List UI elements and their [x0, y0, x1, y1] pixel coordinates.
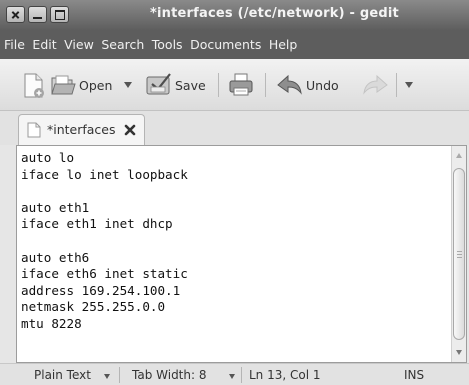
open-button[interactable]: [51, 73, 77, 101]
editor-line: iface eth1 inet dhcp: [21, 216, 173, 232]
menu-file[interactable]: File: [4, 37, 25, 52]
language-dropdown-icon[interactable]: [104, 374, 110, 379]
status-divider: [241, 367, 242, 383]
status-bar: Plain Text Tab Width: 8 Ln 13, Col 1 INS: [0, 363, 469, 385]
editor-line: auto eth1: [21, 199, 90, 215]
scroll-down-arrow-icon[interactable]: [456, 350, 462, 355]
toolbar: Open Save Undo: [0, 59, 469, 111]
save-label: Save: [175, 78, 206, 93]
menu-edit[interactable]: Edit: [32, 37, 56, 52]
printer-icon: [229, 73, 253, 96]
toolbar-separator: [396, 73, 397, 97]
undo-button[interactable]: [277, 74, 303, 100]
tab-label: *interfaces: [47, 122, 116, 137]
editor-line: iface lo inet loopback: [21, 166, 188, 182]
window-controls: [6, 6, 69, 23]
window-title: *interfaces (/etc/network) - gedit: [150, 6, 399, 21]
close-tab-icon[interactable]: [124, 124, 136, 136]
editor-line: netmask 255.255.0.0: [21, 299, 166, 315]
toolbar-separator: [265, 73, 266, 97]
editor-line: auto eth6: [21, 249, 90, 265]
document-icon: [27, 122, 41, 138]
status-divider: [119, 367, 120, 383]
save-button[interactable]: [146, 72, 172, 100]
redo-dropdown-icon[interactable]: [405, 82, 413, 88]
gedit-window: *interfaces (/etc/network) - gedit File …: [0, 0, 469, 385]
open-folder-icon: [51, 75, 76, 95]
menu-help[interactable]: Help: [269, 37, 298, 52]
menu-documents[interactable]: Documents: [190, 37, 261, 52]
minimize-window-icon[interactable]: [28, 6, 47, 23]
cursor-position: Ln 13, Col 1: [249, 368, 321, 382]
text-editor[interactable]: auto lo iface lo inet loopback auto eth1…: [16, 145, 467, 363]
vertical-scrollbar[interactable]: [451, 146, 466, 362]
maximize-window-icon[interactable]: [50, 6, 69, 23]
insert-mode-indicator: INS: [404, 368, 425, 382]
scrollbar-thumb[interactable]: [453, 168, 465, 340]
new-document-button[interactable]: [22, 73, 46, 103]
open-label: Open: [79, 78, 113, 93]
undo-label: Undo: [306, 78, 339, 93]
tab-width-dropdown-icon[interactable]: [229, 374, 235, 379]
toolbar-separator: [218, 73, 219, 97]
editor-line: auto lo: [21, 150, 75, 165]
editor-line: address 169.254.100.1: [21, 282, 181, 298]
menu-view[interactable]: View: [64, 37, 94, 52]
redo-button[interactable]: [362, 74, 388, 100]
scroll-up-arrow-icon[interactable]: [456, 153, 462, 158]
editor-line: mtu 8228: [21, 315, 82, 331]
print-button[interactable]: [229, 73, 253, 101]
redo-icon: [363, 74, 388, 95]
menu-bar: File Edit View Search Tools Documents He…: [0, 30, 469, 59]
document-tabs: *interfaces: [0, 111, 469, 145]
editor-line: iface eth6 inet static: [21, 266, 188, 282]
scrollbar-grip-icon: [457, 251, 462, 252]
tab-interfaces[interactable]: *interfaces: [18, 114, 145, 145]
save-icon: [146, 73, 171, 95]
title-bar[interactable]: *interfaces (/etc/network) - gedit: [0, 0, 469, 30]
open-recent-dropdown-icon[interactable]: [124, 82, 132, 88]
menu-tools[interactable]: Tools: [152, 37, 183, 52]
language-selector[interactable]: Plain Text: [34, 368, 91, 382]
menu-search[interactable]: Search: [101, 37, 144, 52]
new-document-icon: [24, 73, 44, 98]
editor-text[interactable]: auto lo iface lo inet loopback auto eth1…: [21, 150, 451, 358]
close-window-icon[interactable]: [6, 6, 25, 23]
tab-width-selector[interactable]: Tab Width: 8: [132, 368, 206, 382]
undo-icon: [277, 74, 302, 95]
